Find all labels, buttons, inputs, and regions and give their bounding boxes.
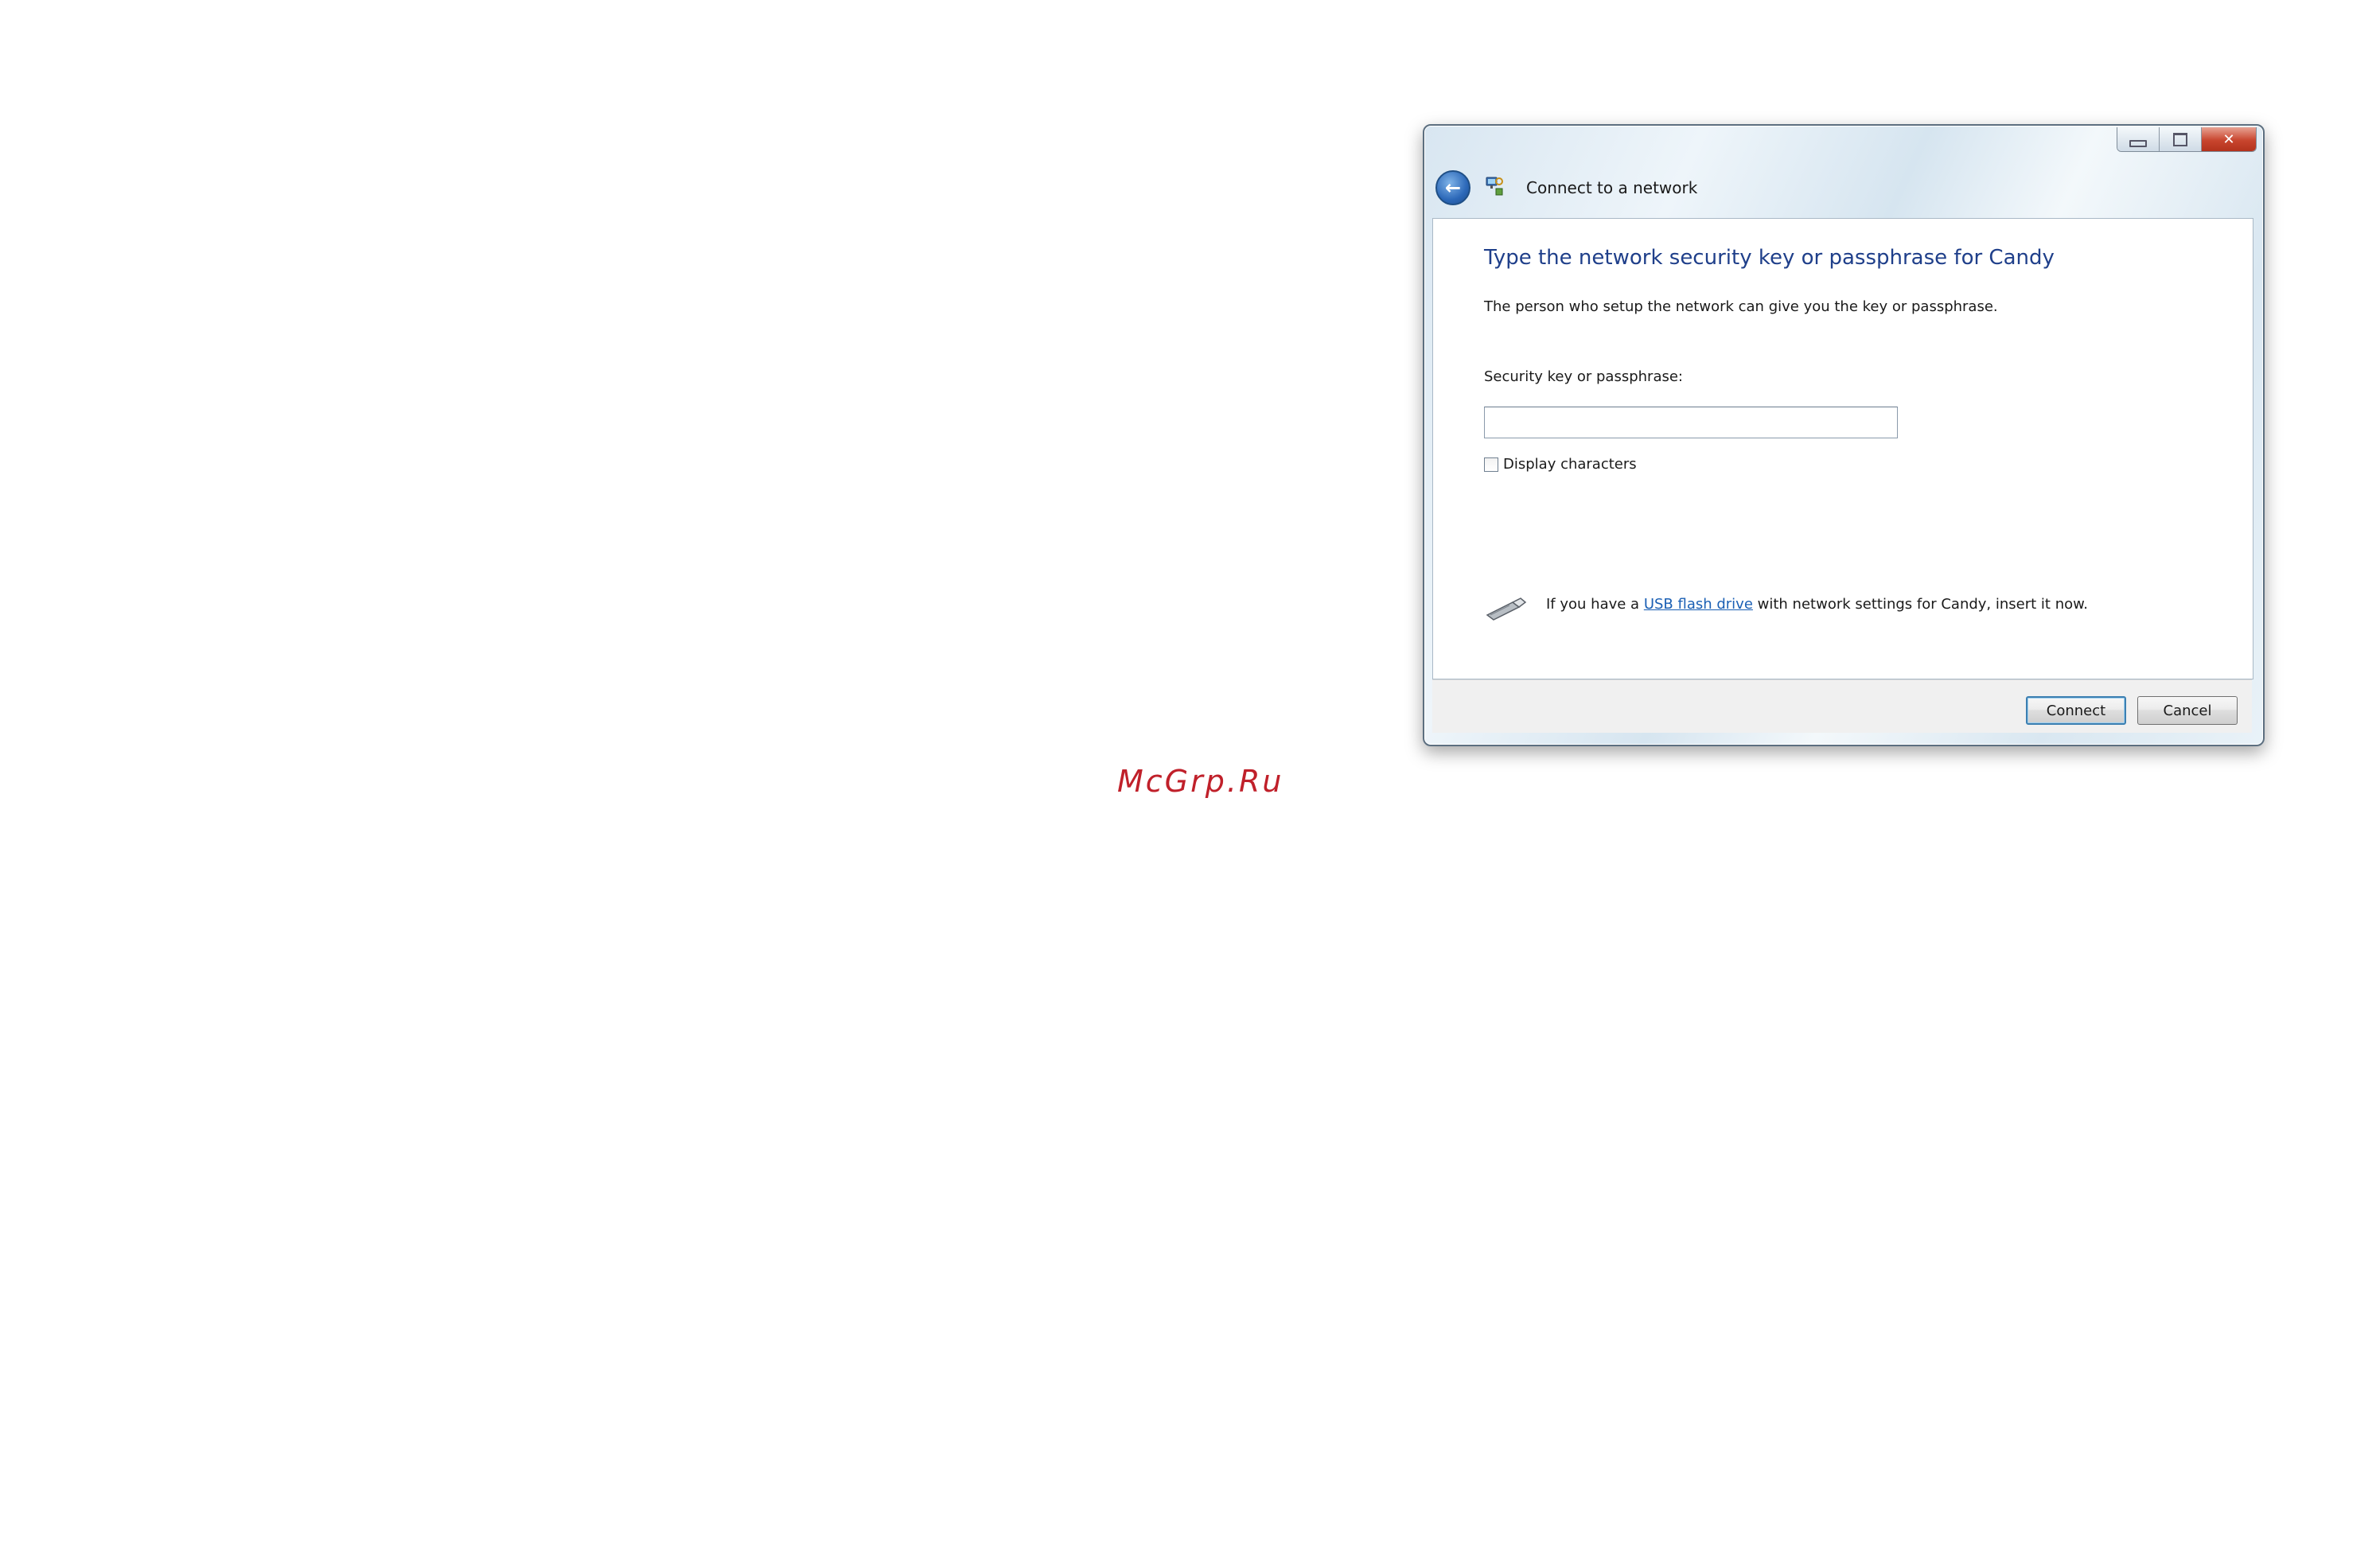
close-icon: ✕ bbox=[2222, 130, 2235, 148]
minimize-button[interactable] bbox=[2117, 127, 2160, 151]
maximize-icon bbox=[2173, 132, 2187, 146]
window-controls: ✕ bbox=[2117, 127, 2257, 152]
window-title: Connect to a network bbox=[1526, 178, 1698, 197]
security-key-input[interactable] bbox=[1484, 407, 1898, 438]
network-icon bbox=[1486, 177, 1503, 196]
dialog-footer: Connect Cancel bbox=[1432, 679, 2252, 733]
display-characters-checkbox[interactable] bbox=[1484, 457, 1498, 472]
back-arrow-icon: ← bbox=[1444, 177, 1462, 199]
content-panel: Type the network security key or passphr… bbox=[1432, 218, 2253, 679]
back-button[interactable]: ← bbox=[1435, 170, 1470, 205]
instruction-text: The person who setup the network can giv… bbox=[1484, 298, 1998, 315]
connect-button[interactable]: Connect bbox=[2026, 696, 2126, 725]
usb-hint: If you have a USB flash drive with netwo… bbox=[1546, 596, 2088, 613]
watermark: McGrp.Ru bbox=[1117, 764, 1284, 799]
usb-hint-prefix: If you have a bbox=[1546, 596, 1644, 613]
close-button[interactable]: ✕ bbox=[2202, 127, 2256, 151]
security-key-label: Security key or passphrase: bbox=[1484, 368, 1683, 385]
display-characters-label[interactable]: Display characters bbox=[1503, 456, 1637, 473]
page-heading: Type the network security key or passphr… bbox=[1484, 246, 2055, 270]
minimize-icon bbox=[2129, 139, 2147, 147]
cancel-button[interactable]: Cancel bbox=[2137, 696, 2238, 725]
display-characters-row[interactable]: Display characters bbox=[1484, 456, 1637, 473]
usb-flash-drive-link[interactable]: USB flash drive bbox=[1644, 596, 1753, 613]
connect-to-network-window: ✕ ← Connect to a network Type the networ… bbox=[1423, 124, 2265, 746]
usb-hint-suffix: with network settings for Candy, insert … bbox=[1752, 596, 2088, 613]
usb-drive-icon bbox=[1486, 598, 1527, 621]
maximize-button[interactable] bbox=[2160, 127, 2202, 151]
